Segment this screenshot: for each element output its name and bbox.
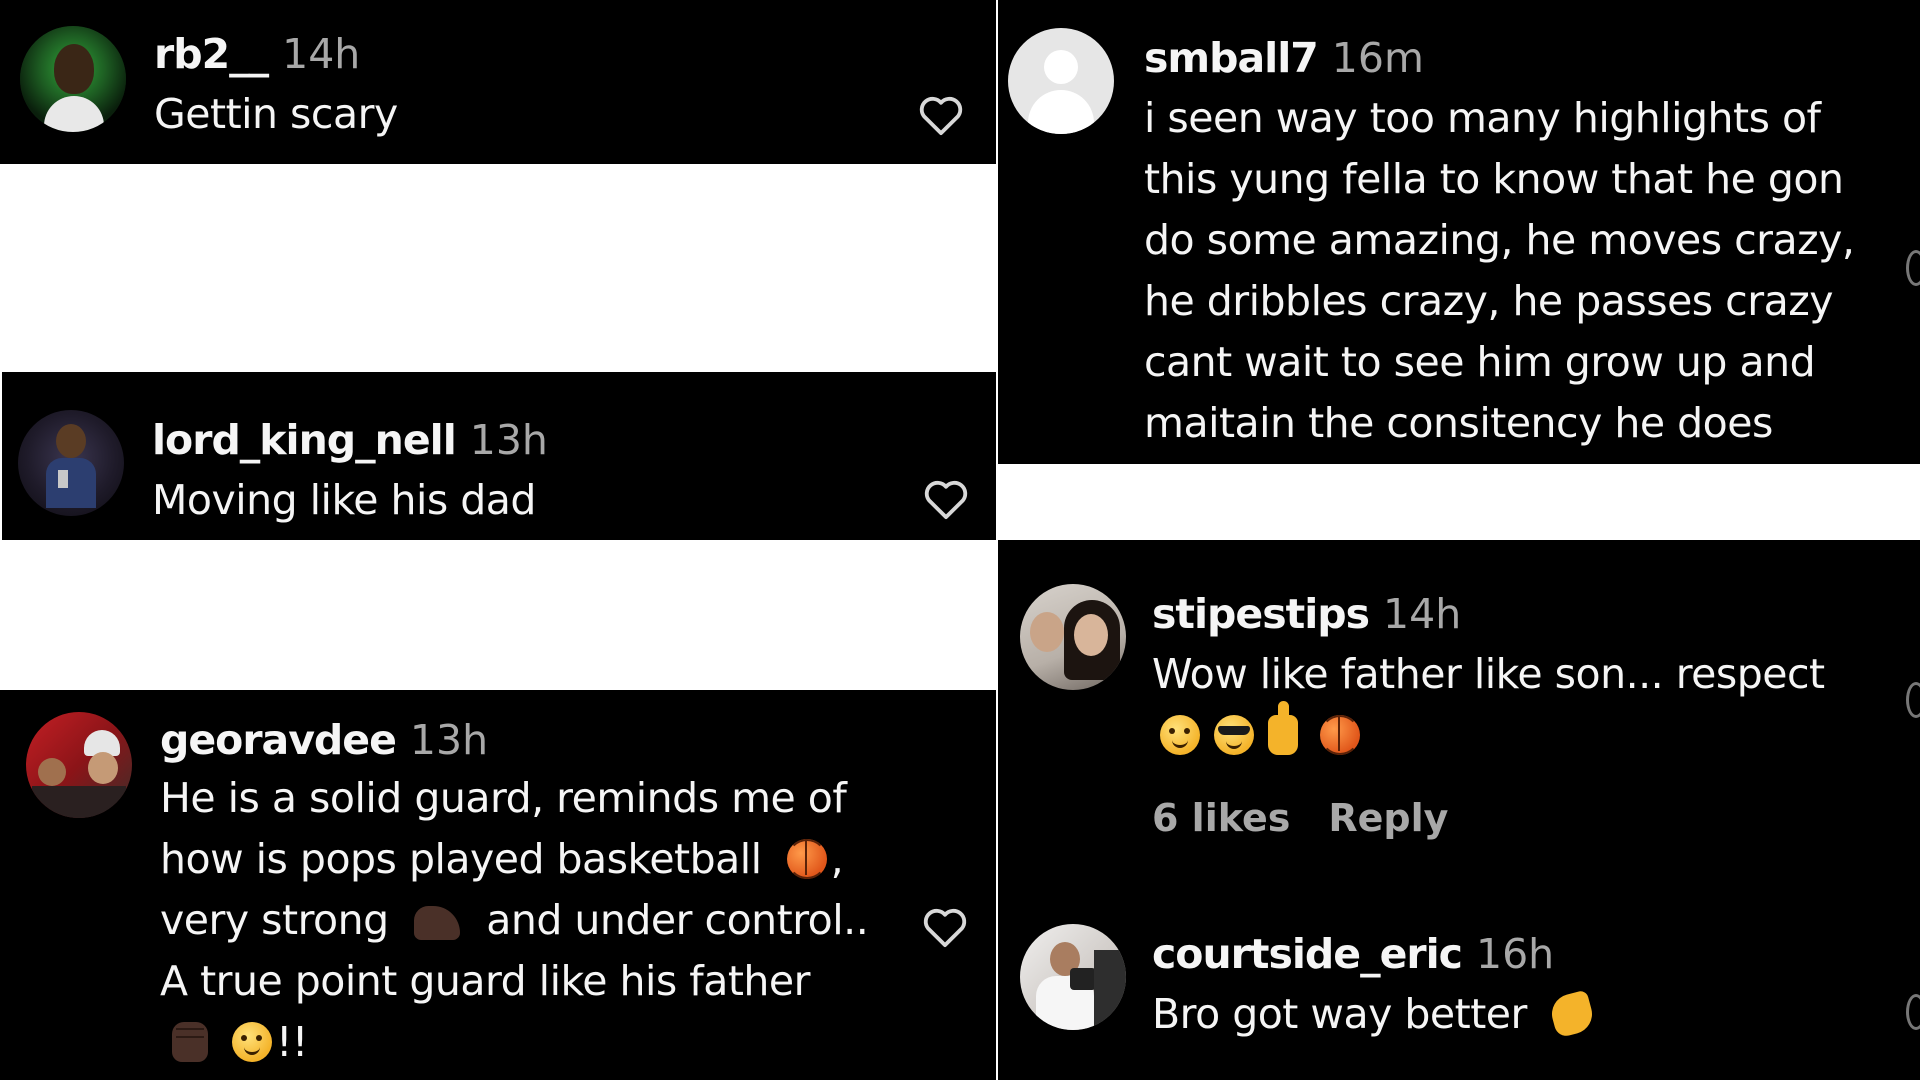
timestamp: 13h [469,416,548,464]
basketball-icon [786,839,827,879]
heart-outline-icon[interactable] [922,906,968,948]
username[interactable]: lord_king_nell [152,416,457,464]
username[interactable]: stipestips [1152,590,1370,638]
comment-text: Gettin scary [154,90,398,138]
likes-count[interactable]: 6 likes [1152,796,1290,840]
comment-card: courtside_eric 16h Bro got way better [998,872,1920,1080]
raised-fist-icon [172,1022,208,1062]
avatar[interactable] [1020,584,1126,690]
heart-outline-icon[interactable] [923,478,969,520]
avatar[interactable] [1020,924,1126,1030]
comment-collage: rb2__ 14h Gettin scary lord_king_nell 13h … [0,0,1920,1080]
timestamp: 14h [282,30,361,78]
smiling-face-with-sunglasses-icon [1214,715,1254,755]
comment-text: Bro got way better [1152,984,1606,1045]
comment-card: rb2__ 14h Gettin scary [0,0,996,164]
timestamp: 16h [1475,930,1555,978]
heart-outline-icon[interactable] [1906,250,1920,286]
avatar[interactable] [26,712,132,818]
comment-text: Moving like his dad [152,476,536,524]
heart-outline-icon[interactable] [1906,682,1920,718]
comment-card: smball7 16m i seen way too many highlight… [998,0,1920,464]
comment-card: georavdee 13h He is a solid guard, remind… [0,690,996,1080]
username[interactable]: smball7 [1144,34,1319,82]
comment-card: stipestips 14h Wow like father like son..… [998,540,1920,872]
clapping-hands-icon [1547,989,1597,1039]
avatar[interactable] [1008,28,1114,134]
reply-button[interactable]: Reply [1328,796,1448,840]
flexed-biceps-icon [413,906,460,940]
username[interactable]: rb2__ [154,30,269,78]
comment-text: Wow like father like son... respect [1152,644,1892,766]
smiling-face-icon [232,1022,272,1062]
smiling-face-icon [1160,715,1200,755]
heart-outline-icon[interactable] [1906,994,1920,1030]
thumbs-up-icon [1268,701,1298,755]
avatar[interactable] [20,26,126,132]
comment-card: lord_king_nell 13h Moving like his dad [2,372,996,540]
username[interactable]: georavdee [160,716,397,764]
timestamp: 14h [1383,590,1462,638]
comment-text: i seen way too many highlights of this y… [1144,94,1855,447]
username[interactable]: courtside_eric [1152,930,1463,978]
comment-text: He is a solid guard, reminds me of how i… [160,774,869,1066]
timestamp: 16m [1331,34,1424,82]
timestamp: 13h [409,716,489,764]
heart-outline-icon[interactable] [918,94,964,136]
basketball-icon [1320,715,1360,755]
avatar[interactable] [18,410,124,516]
